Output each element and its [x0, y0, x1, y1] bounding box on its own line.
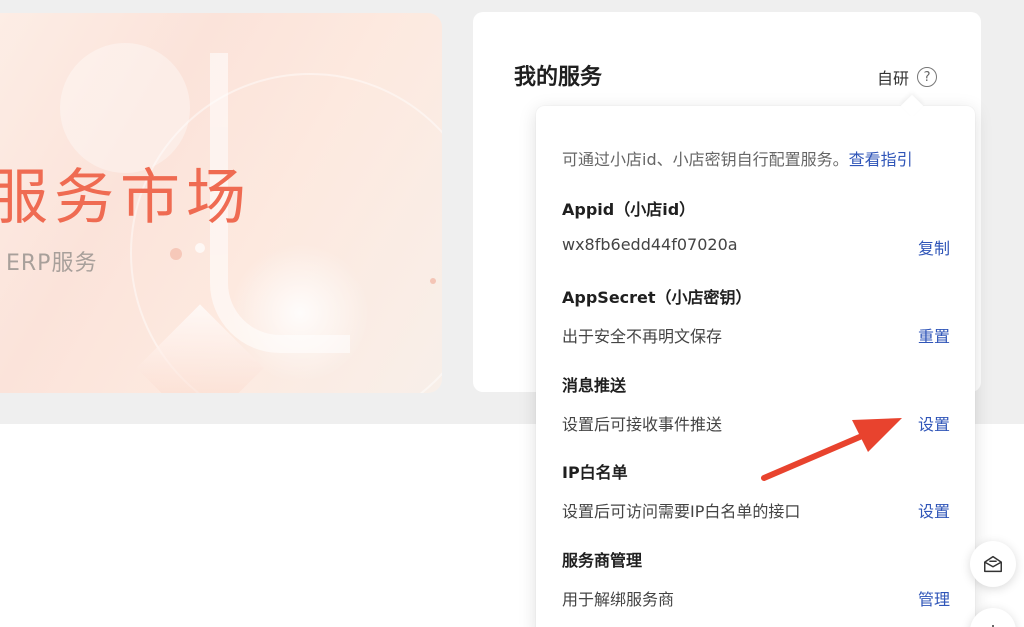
- row-value: 设置后可接收事件推送: [562, 415, 723, 434]
- banner-decoration: [195, 243, 205, 253]
- row-label: IP白名单: [562, 463, 628, 482]
- row-label: 服务商管理: [562, 551, 643, 570]
- service-mode[interactable]: 自研 ?: [877, 65, 938, 89]
- message-float-button[interactable]: [970, 541, 1016, 587]
- manage-button[interactable]: 管理: [918, 586, 950, 610]
- service-mode-label: 自研: [877, 69, 910, 88]
- banner-decoration: [170, 248, 182, 260]
- banner-decoration: [430, 278, 436, 284]
- plus-icon: [992, 625, 994, 627]
- row-label: AppSecret（小店密钥）: [562, 288, 752, 307]
- self-dev-config-popover: 可通过小店id、小店密钥自行配置服务。查看指引 Appid（小店id） wx8f…: [536, 94, 975, 627]
- row-label: 消息推送: [562, 376, 627, 395]
- view-guide-link[interactable]: 查看指引: [849, 150, 913, 169]
- row-label: Appid（小店id）: [562, 200, 696, 219]
- row-value: 用于解绑服务商: [562, 590, 675, 609]
- copy-button[interactable]: 复制: [918, 235, 950, 259]
- ip-whitelist-settings-button[interactable]: 设置: [918, 498, 950, 522]
- config-row-appid: Appid（小店id） wx8fb6edd44f07020a 复制: [562, 196, 950, 258]
- config-row-ip-whitelist: IP白名单 设置后可访问需要IP白名单的接口 设置: [562, 459, 950, 521]
- row-value: 设置后可访问需要IP白名单的接口: [562, 502, 801, 521]
- card-title: 我的服务: [514, 65, 603, 90]
- page: 服务市场 · ERP服务 我的服务 自研 ? 可通过小店id、小店密钥自行配置服…: [0, 0, 1024, 627]
- help-icon[interactable]: ?: [917, 67, 938, 87]
- popover-intro-text: 可通过小店id、小店密钥自行配置服务。: [562, 150, 849, 169]
- config-row-appsecret: AppSecret（小店密钥） 出于安全不再明文保存 重置: [562, 284, 950, 346]
- config-row-provider-management: 服务商管理 用于解绑服务商 管理: [562, 547, 950, 609]
- row-value: 出于安全不再明文保存: [562, 327, 723, 346]
- banner-title: 服务市场: [0, 163, 252, 233]
- mail-icon: [984, 555, 1002, 573]
- service-market-banner[interactable]: 服务市场 · ERP服务: [0, 13, 442, 393]
- banner-subtitle: · ERP服务: [0, 251, 98, 276]
- popover-intro: 可通过小店id、小店密钥自行配置服务。查看指引: [562, 146, 913, 170]
- config-row-message-push: 消息推送 设置后可接收事件推送 设置: [562, 372, 950, 434]
- reset-button[interactable]: 重置: [918, 323, 950, 347]
- message-push-settings-button[interactable]: 设置: [918, 411, 950, 435]
- row-value: wx8fb6edd44f07020a: [562, 235, 738, 254]
